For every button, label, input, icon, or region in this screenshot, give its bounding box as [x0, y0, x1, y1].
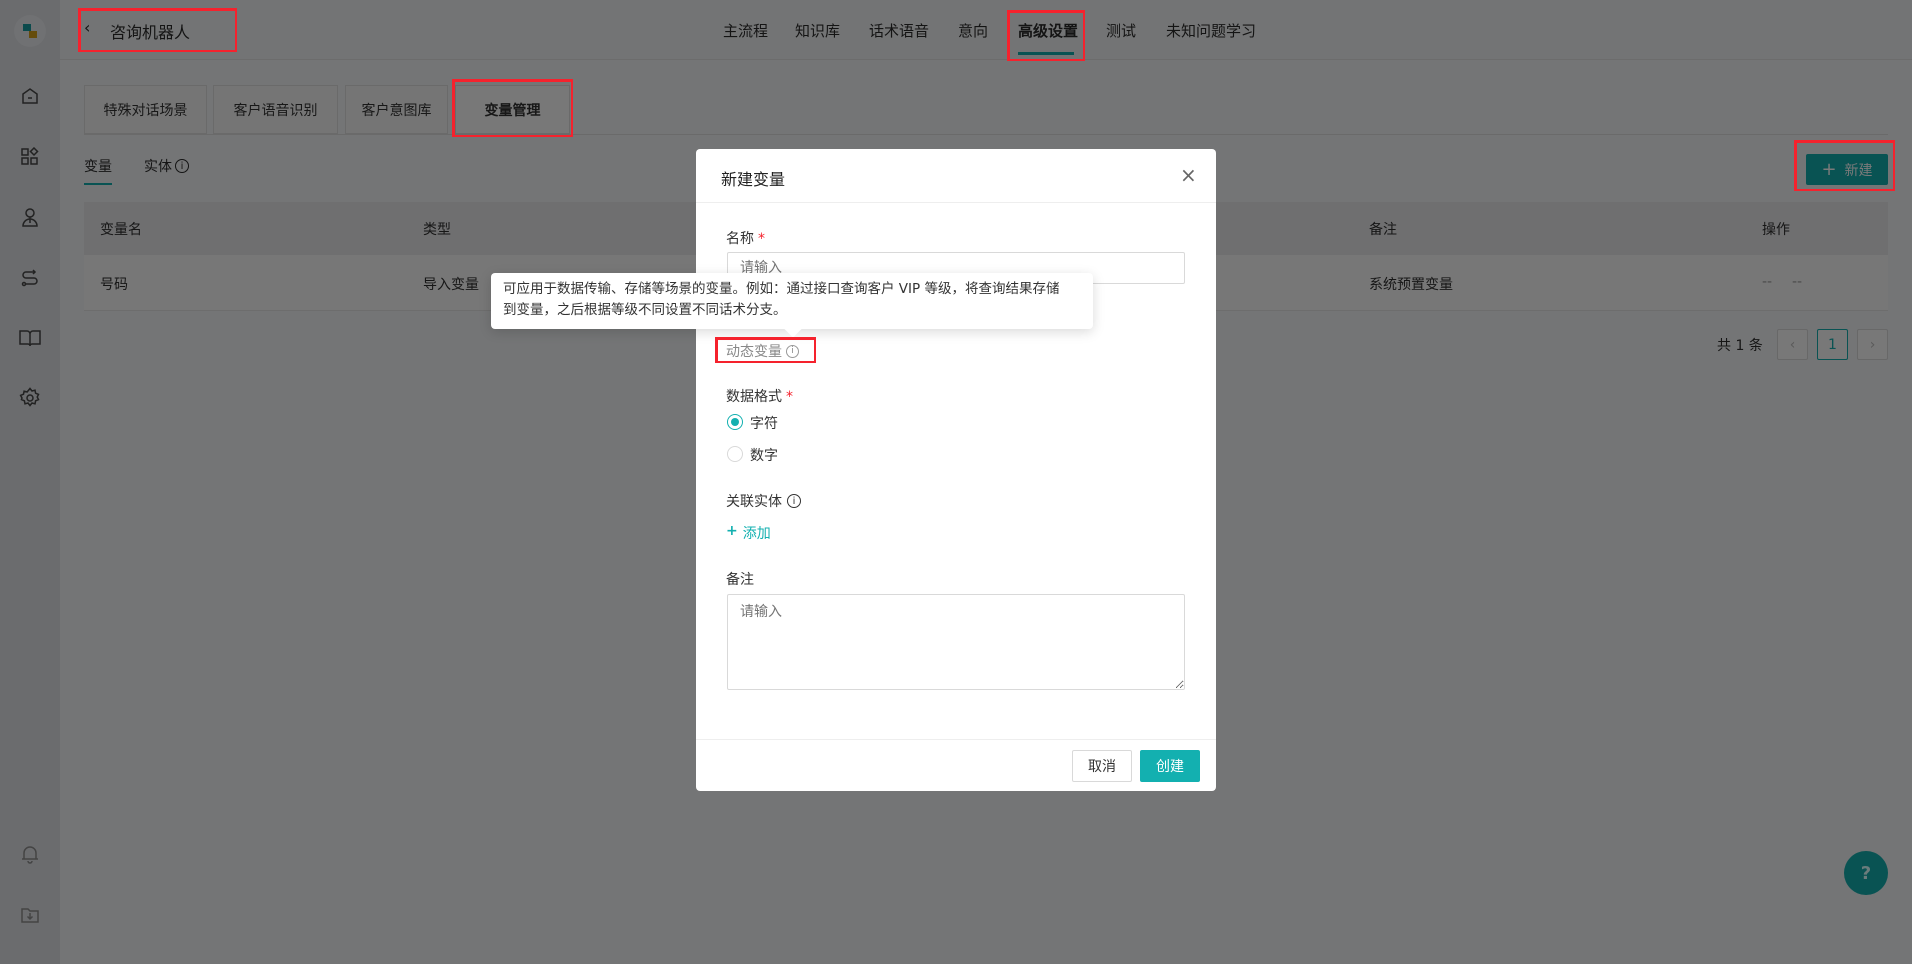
gear-icon[interactable] [18, 386, 42, 410]
tab-variables[interactable]: 变量 [84, 156, 112, 176]
nav-active-indicator [1018, 52, 1074, 55]
home-icon[interactable] [18, 84, 42, 108]
tab-active-indicator [84, 183, 112, 185]
annotation-box-new-button-edge [1794, 140, 1797, 191]
tab-entities[interactable]: 实体 i [144, 156, 189, 176]
sidebar [0, 0, 60, 964]
bell-icon[interactable] [18, 842, 42, 866]
create-button[interactable]: 创建 [1140, 750, 1200, 782]
cell-name: 号码 [100, 277, 128, 293]
nav-speech-audio[interactable]: 话术语音 [869, 20, 929, 41]
book-icon[interactable] [18, 326, 42, 350]
entity-label: 关联实体 i [726, 491, 801, 511]
name-label-text: 名称 [726, 231, 754, 247]
add-entity-button[interactable]: + 添加 [726, 523, 771, 543]
new-variable-dialog: 新建变量 × 名称* 动态变量 i 数据格式* 字符 数字 关联实体 i + 添… [696, 149, 1216, 791]
help-icon[interactable]: ? [1844, 851, 1888, 895]
col-variable-name: 变量名 [100, 222, 142, 238]
col-type: 类型 [423, 222, 451, 238]
cell-note: 系统预置变量 [1369, 277, 1453, 293]
annotation-box-variable-tab-edge [452, 79, 573, 82]
subtab-intent-library[interactable]: 客户意图库 [345, 85, 448, 134]
download-folder-icon[interactable] [18, 903, 42, 927]
divider [696, 202, 1216, 203]
add-label: 添加 [742, 526, 771, 542]
page-1-button[interactable]: 1 [1817, 329, 1848, 360]
annotation-box-new-button-edge [1794, 140, 1895, 143]
required-mark: * [786, 389, 793, 405]
radio-number[interactable] [727, 446, 743, 462]
back-button[interactable]: ‹ [84, 18, 90, 37]
divider [696, 739, 1216, 740]
col-note: 备注 [1369, 222, 1397, 238]
top-header: ‹ 咨询机器人 主流程 知识库 话术语音 意向 高级设置 测试 未知问题学习 [60, 0, 1912, 60]
info-icon: i [175, 159, 189, 173]
required-mark: * [758, 231, 765, 247]
flow-icon[interactable] [18, 266, 42, 290]
logo[interactable] [14, 15, 46, 47]
nav-advanced-settings[interactable]: 高级设置 [1018, 20, 1078, 41]
annotation-box-new-button-edge [1794, 188, 1895, 191]
tooltip-line-1: 可应用于数据传输、存储等场景的变量。例如：通过接口查询客户 VIP 等级，将查询… [503, 281, 1060, 297]
tooltip-line-2: 到变量，之后根据等级不同设置不同话术分支。 [503, 302, 787, 318]
format-label: 数据格式 * [726, 386, 793, 406]
type-label: 动态变量 [726, 344, 782, 360]
note-label: 备注 [726, 572, 754, 588]
plus-icon: + [1821, 159, 1837, 180]
format-label-text: 数据格式 [726, 389, 782, 405]
col-actions: 操作 [1762, 222, 1790, 238]
dialog-title: 新建变量 [721, 170, 786, 189]
page-title: 咨询机器人 [110, 23, 191, 42]
radio-number-label[interactable]: 数字 [750, 445, 778, 465]
annotation-box-variable-tab-edge [570, 79, 573, 137]
annotation-box-new-button-edge [1892, 140, 1895, 191]
subtab-special-scenes[interactable]: 特殊对话场景 [84, 85, 207, 134]
dynamic-variable-tooltip: 可应用于数据传输、存储等场景的变量。例如：通过接口查询客户 VIP 等级，将查询… [491, 273, 1093, 329]
subtab-variable-management[interactable]: 变量管理 [455, 85, 570, 134]
new-variable-button[interactable]: + 新建 [1806, 154, 1888, 185]
info-icon[interactable]: i [786, 344, 799, 358]
robot-icon[interactable] [18, 206, 42, 230]
cell-action-1: -- [1762, 274, 1773, 290]
radio-string-label[interactable]: 字符 [750, 413, 778, 433]
nav-unknown-learning[interactable]: 未知问题学习 [1166, 20, 1256, 41]
cell-action-2: -- [1792, 274, 1803, 290]
entity-label-text: 关联实体 [726, 494, 782, 510]
note-textarea[interactable] [727, 594, 1185, 690]
close-icon[interactable]: × [1180, 163, 1197, 187]
cancel-button[interactable]: 取消 [1072, 750, 1132, 782]
nav-test[interactable]: 测试 [1106, 20, 1136, 41]
subtab-speech-recognition[interactable]: 客户语音识别 [213, 85, 338, 134]
nav-main-flow[interactable]: 主流程 [723, 20, 768, 41]
divider [84, 134, 1888, 135]
nav-intent[interactable]: 意向 [958, 20, 988, 41]
pagination-total: 共 1 条 [1717, 338, 1763, 354]
cell-type: 导入变量 [423, 277, 479, 293]
dynamic-variable-type: 动态变量 i [726, 341, 799, 361]
new-button-label: 新建 [1844, 162, 1873, 179]
tab-entities-label: 实体 [144, 159, 172, 175]
radio-string[interactable] [727, 414, 743, 430]
nav-knowledge-base[interactable]: 知识库 [795, 20, 840, 41]
name-label: 名称 * [726, 228, 765, 248]
prev-page-button[interactable]: ‹ [1777, 329, 1808, 360]
next-page-button[interactable]: › [1857, 329, 1888, 360]
info-icon[interactable]: i [787, 494, 801, 508]
plus-icon: + [726, 523, 738, 539]
apps-icon[interactable] [18, 145, 42, 169]
